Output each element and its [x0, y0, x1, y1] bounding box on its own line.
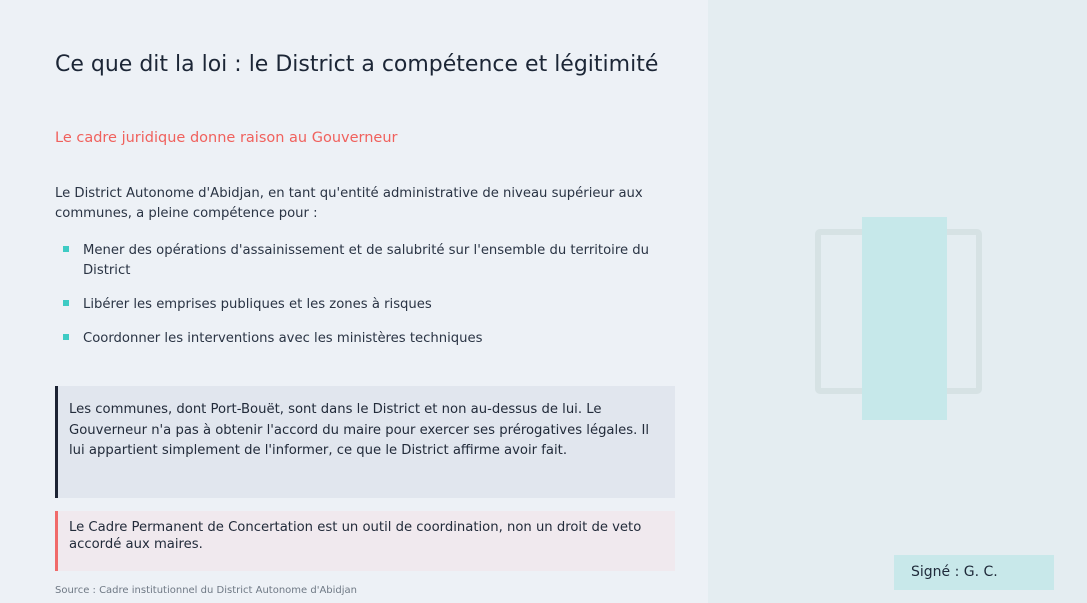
square-bullet-icon [63, 246, 69, 252]
source-caption: Source : Cadre institutionnel du Distric… [55, 585, 358, 596]
quote-text: Les communes, dont Port-Bouët, sont dans… [69, 402, 650, 458]
slide-title: Ce que dit la loi : le District a compét… [55, 52, 659, 77]
list-item: Mener des opérations d'assainissement et… [55, 241, 675, 281]
list-item: Coordonner les interventions avec les mi… [55, 329, 675, 349]
signature-badge: Signé : G. C. [894, 555, 1054, 590]
competence-list: Mener des opérations d'assainissement et… [55, 241, 675, 349]
square-bullet-icon [63, 300, 69, 306]
note-text: Le Cadre Permanent de Concertation est u… [69, 520, 642, 552]
veto-note: Le Cadre Permanent de Concertation est u… [55, 511, 675, 571]
decorative-teal-bar [862, 217, 947, 420]
list-item-text: Coordonner les interventions avec les mi… [83, 331, 483, 346]
intro-paragraph: Le District Autonome d'Abidjan, en tant … [55, 186, 643, 221]
highlight-quote: Les communes, dont Port-Bouët, sont dans… [55, 386, 675, 498]
square-bullet-icon [63, 334, 69, 340]
slide-subtitle: Le cadre juridique donne raison au Gouve… [55, 130, 398, 146]
list-item-text: Mener des opérations d'assainissement et… [83, 243, 650, 278]
signature-text: Signé : G. C. [911, 564, 998, 580]
list-item-text: Libérer les emprises publiques et les zo… [83, 297, 432, 312]
list-item: Libérer les emprises publiques et les zo… [55, 295, 675, 315]
